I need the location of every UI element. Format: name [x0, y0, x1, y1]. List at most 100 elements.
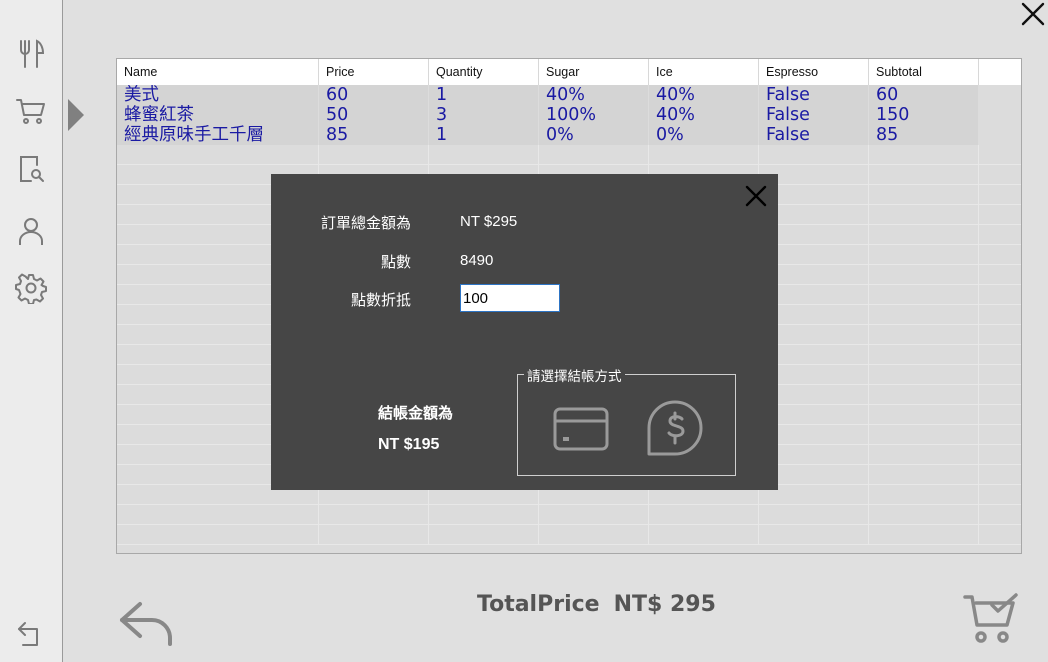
- empty-cell: [979, 345, 1021, 365]
- empty-cell: [117, 525, 319, 545]
- cell-espresso[interactable]: False: [759, 105, 869, 125]
- empty-cell: [869, 205, 979, 225]
- empty-cell: [319, 525, 429, 545]
- cell-sugar[interactable]: 40%: [539, 85, 649, 105]
- empty-cell: [979, 325, 1021, 345]
- empty-cell: [869, 325, 979, 345]
- empty-cell: [869, 385, 979, 405]
- cell-espresso[interactable]: False: [759, 85, 869, 105]
- payment-method-legend: 請選擇結帳方式: [524, 365, 625, 385]
- sidebar-expand-arrow-icon[interactable]: [66, 97, 86, 133]
- menu-utensils-icon[interactable]: [14, 37, 48, 71]
- column-header-quantity[interactable]: Quantity: [429, 59, 539, 85]
- receipt-search-icon[interactable]: [14, 152, 48, 186]
- empty-cell: [979, 365, 1021, 385]
- cash-payment-icon[interactable]: [646, 399, 704, 457]
- empty-table-row: [117, 525, 1021, 545]
- empty-cell: [869, 345, 979, 365]
- empty-cell: [429, 145, 539, 165]
- empty-cell: [869, 365, 979, 385]
- empty-cell: [869, 525, 979, 545]
- empty-cell: [869, 405, 979, 425]
- empty-cell: [869, 245, 979, 265]
- empty-cell: [539, 525, 649, 545]
- column-header-ice[interactable]: Ice: [649, 59, 759, 85]
- sidebar: [0, 0, 63, 662]
- cell-price[interactable]: 50: [319, 105, 429, 125]
- checkout-cart-icon[interactable]: [962, 593, 1020, 645]
- cell-espresso[interactable]: False: [759, 125, 869, 145]
- final-amount-label: 結帳金額為: [378, 404, 454, 422]
- credit-card-icon[interactable]: [553, 407, 609, 451]
- cell-sugar[interactable]: 0%: [539, 125, 649, 145]
- cell-name[interactable]: 美式: [117, 85, 319, 105]
- cell-quantity[interactable]: 1: [429, 125, 539, 145]
- table-row[interactable]: 經典原味手工千層 85 1 0% 0% False 85: [117, 125, 1021, 145]
- cell-quantity[interactable]: 1: [429, 85, 539, 105]
- payment-method-group: 請選擇結帳方式: [517, 365, 736, 476]
- cell-name[interactable]: 經典原味手工千層: [117, 125, 319, 145]
- cell-ice[interactable]: 40%: [649, 85, 759, 105]
- cell-subtotal[interactable]: 85: [869, 125, 979, 145]
- table-header: Name Price Quantity Sugar Ice Espresso S…: [117, 59, 1021, 85]
- column-header-name[interactable]: Name: [117, 59, 319, 85]
- empty-cell: [979, 305, 1021, 325]
- empty-cell: [649, 145, 759, 165]
- empty-cell: [869, 305, 979, 325]
- empty-cell: [759, 145, 869, 165]
- cell-price[interactable]: 85: [319, 125, 429, 145]
- close-dialog-icon[interactable]: [744, 184, 768, 208]
- empty-cell: [979, 445, 1021, 465]
- empty-cell: [979, 185, 1021, 205]
- empty-cell: [979, 525, 1021, 545]
- empty-cell: [979, 285, 1021, 305]
- cell-price[interactable]: 60: [319, 85, 429, 105]
- column-header-sugar[interactable]: Sugar: [539, 59, 649, 85]
- cell-sugar[interactable]: 100%: [539, 105, 649, 125]
- column-header-espresso[interactable]: Espresso: [759, 59, 869, 85]
- empty-cell: [979, 245, 1021, 265]
- column-header-subtotal[interactable]: Subtotal: [869, 59, 979, 85]
- empty-cell: [869, 465, 979, 485]
- cell-ice[interactable]: 40%: [649, 105, 759, 125]
- table-row[interactable]: 美式 60 1 40% 40% False 60: [117, 85, 1021, 105]
- cell-subtotal[interactable]: 60: [869, 85, 979, 105]
- logout-icon[interactable]: [14, 616, 48, 650]
- empty-cell: [759, 505, 869, 525]
- empty-cell: [979, 205, 1021, 225]
- column-header-price[interactable]: Price: [319, 59, 429, 85]
- empty-cell: [319, 145, 429, 165]
- user-icon[interactable]: [14, 214, 48, 248]
- empty-cell: [979, 385, 1021, 405]
- total-price-label: TotalPrice: [477, 592, 600, 617]
- close-window-icon[interactable]: [1020, 1, 1046, 27]
- empty-cell: [869, 425, 979, 445]
- order-total-label: 訂單總金額為: [320, 214, 411, 232]
- empty-cell: [117, 145, 319, 165]
- empty-cell: [539, 505, 649, 525]
- total-price-value: NT$ 295: [613, 592, 716, 617]
- empty-cell: [979, 405, 1021, 425]
- empty-cell: [979, 505, 1021, 525]
- redeem-points-input[interactable]: [460, 284, 560, 312]
- empty-cell: [429, 525, 539, 545]
- empty-cell: [979, 165, 1021, 185]
- empty-cell: [429, 505, 539, 525]
- empty-cell: [649, 505, 759, 525]
- empty-cell: [979, 465, 1021, 485]
- cell-quantity[interactable]: 3: [429, 105, 539, 125]
- empty-cell: [539, 145, 649, 165]
- final-amount-value: NT $195: [378, 436, 440, 453]
- gear-icon[interactable]: [14, 271, 48, 305]
- cart-icon[interactable]: [14, 94, 48, 128]
- empty-table-row: [117, 505, 1021, 525]
- cell-name[interactable]: 蜂蜜紅茶: [117, 105, 319, 125]
- points-label: 點數: [380, 253, 411, 271]
- cell-subtotal[interactable]: 150: [869, 105, 979, 125]
- back-arrow-icon[interactable]: [118, 598, 176, 648]
- table-row[interactable]: 蜂蜜紅茶 50 3 100% 40% False 150: [117, 105, 1021, 125]
- redeem-points-label: 點數折抵: [350, 291, 411, 309]
- empty-cell: [869, 145, 979, 165]
- cell-ice[interactable]: 0%: [649, 125, 759, 145]
- column-header-filler: [979, 59, 1021, 85]
